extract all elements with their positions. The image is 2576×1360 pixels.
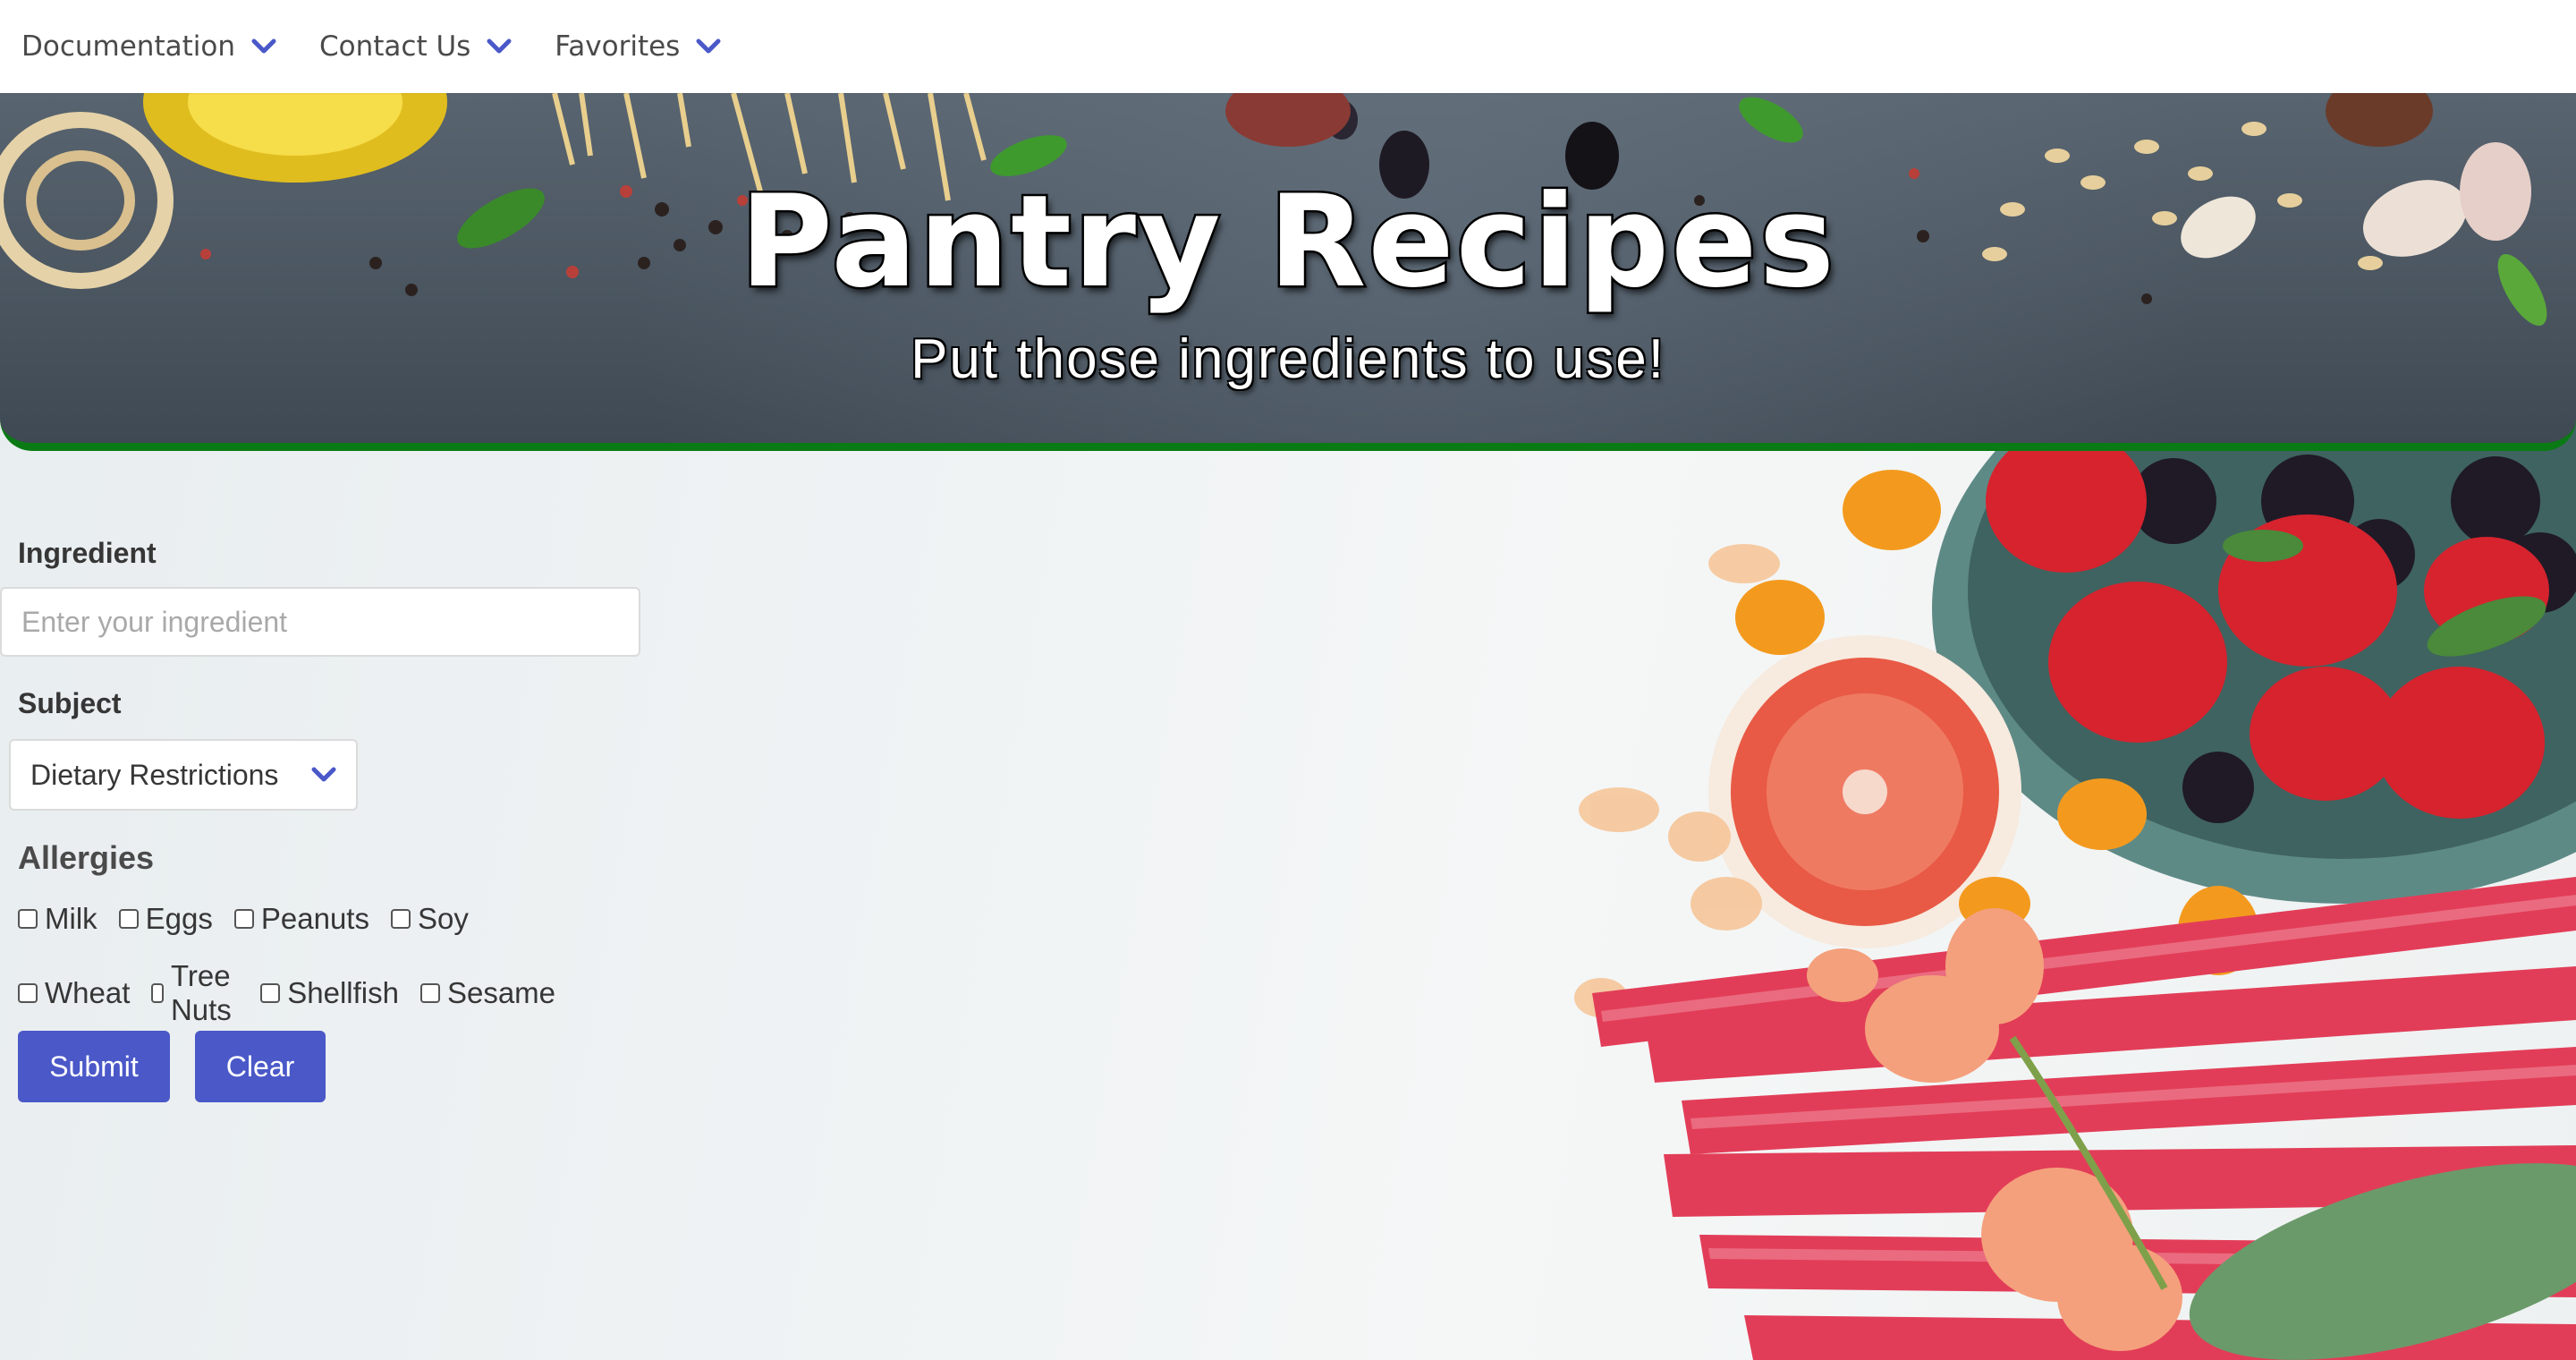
- allergies-heading: Allergies: [18, 839, 155, 876]
- allergy-wheat-label: Wheat: [45, 976, 131, 1009]
- checkbox[interactable]: [390, 909, 411, 929]
- checkbox[interactable]: [18, 983, 38, 1003]
- subject-select[interactable]: Dietary Restrictions: [9, 739, 358, 811]
- allergy-eggs-label: Eggs: [145, 902, 213, 935]
- nav-favorites-label: Favorites: [555, 30, 681, 63]
- chevron-down-icon: [696, 38, 721, 55]
- checkbox[interactable]: [260, 983, 281, 1003]
- allergy-shellfish[interactable]: Shellfish: [260, 976, 399, 1010]
- allergy-sesame-label: Sesame: [446, 976, 556, 1009]
- allergy-tree-nuts[interactable]: Tree Nuts: [151, 959, 239, 1027]
- nav-contact-us-label: Contact Us: [318, 30, 471, 63]
- top-navbar: Documentation Contact Us Favorites: [0, 0, 2576, 93]
- allergy-eggs[interactable]: Eggs: [118, 902, 213, 936]
- submit-button[interactable]: Submit: [18, 1031, 170, 1102]
- checkbox[interactable]: [151, 983, 164, 1003]
- allergies-row-2: Wheat Tree Nuts Shellfish Sesame: [18, 959, 577, 1027]
- nav-favorites[interactable]: Favorites: [533, 0, 742, 93]
- checkbox[interactable]: [18, 909, 38, 929]
- hero-subtitle: Put those ingredients to use!: [911, 328, 1665, 390]
- allergy-milk[interactable]: Milk: [18, 902, 97, 936]
- checkbox[interactable]: [419, 983, 440, 1003]
- allergy-milk-label: Milk: [45, 902, 97, 935]
- chevron-down-icon: [311, 766, 336, 784]
- allergy-soy[interactable]: Soy: [390, 902, 469, 936]
- allergies-row-1: Milk Eggs Peanuts Soy: [18, 902, 490, 936]
- clear-button[interactable]: Clear: [195, 1031, 326, 1102]
- chevron-down-icon: [251, 38, 276, 55]
- allergy-soy-label: Soy: [417, 902, 469, 935]
- ingredient-label: Ingredient: [18, 537, 157, 569]
- allergy-peanuts-label: Peanuts: [260, 902, 369, 935]
- allergy-shellfish-label: Shellfish: [287, 976, 399, 1009]
- nav-documentation-label: Documentation: [21, 30, 235, 63]
- hero-banner: Pantry Recipes Put those ingredients to …: [0, 93, 2576, 451]
- allergy-sesame[interactable]: Sesame: [419, 976, 556, 1010]
- ingredient-input[interactable]: [0, 587, 640, 657]
- allergy-peanuts[interactable]: Peanuts: [233, 902, 369, 936]
- hero-title: Pantry Recipes: [737, 168, 1837, 316]
- allergy-tree-nuts-label: Tree Nuts: [170, 959, 232, 1026]
- checkbox[interactable]: [233, 909, 254, 929]
- nav-documentation[interactable]: Documentation: [0, 0, 298, 93]
- chevron-down-icon: [487, 38, 512, 55]
- checkbox[interactable]: [118, 909, 139, 929]
- nav-contact-us[interactable]: Contact Us: [298, 0, 533, 93]
- allergy-wheat[interactable]: Wheat: [18, 976, 130, 1010]
- subject-label: Subject: [18, 687, 122, 719]
- subject-select-value: Dietary Restrictions: [30, 758, 279, 791]
